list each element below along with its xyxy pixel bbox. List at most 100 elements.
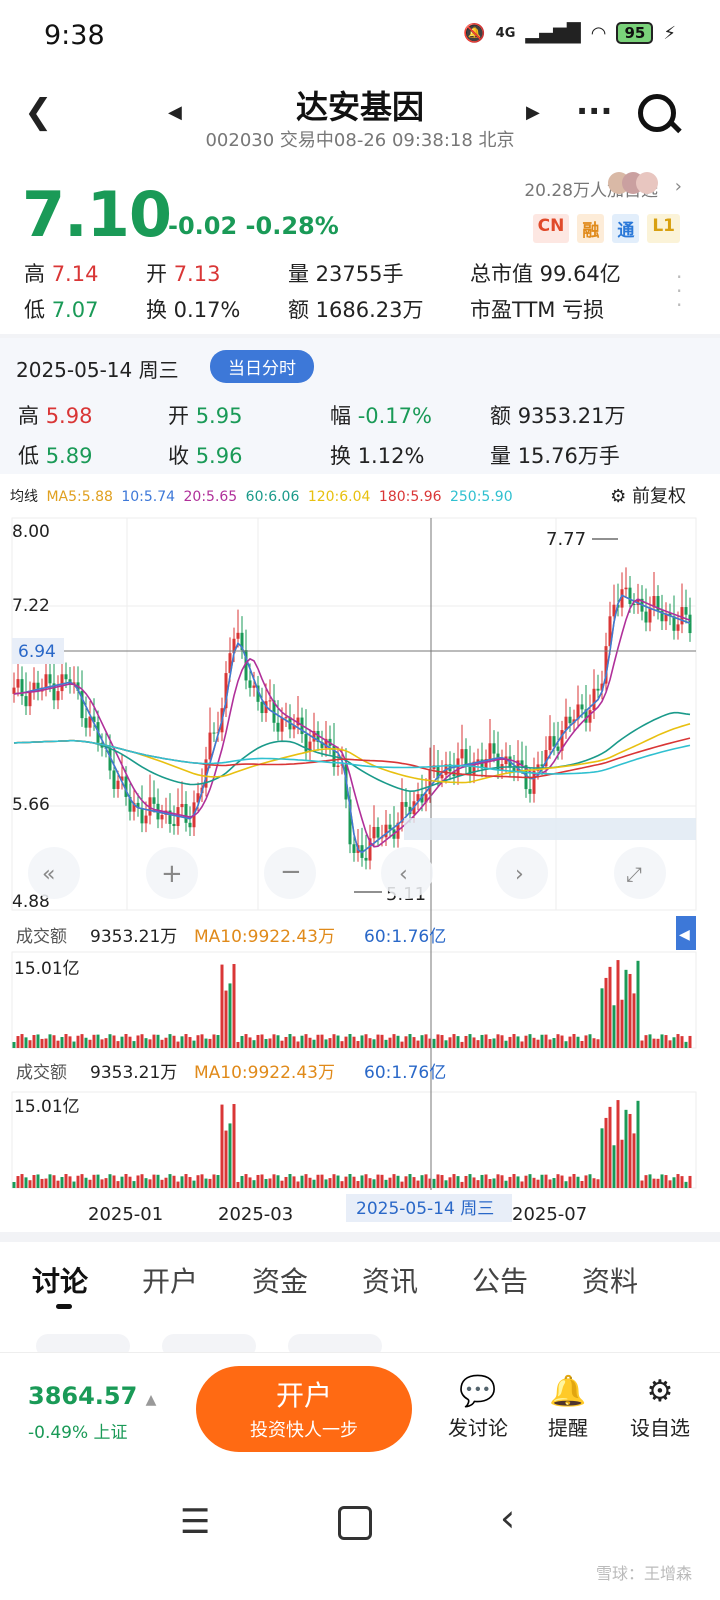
expand-dots-icon[interactable]: · · · [676,267,682,315]
charging-icon: ⚡ [663,22,676,44]
volume-bar [612,1145,616,1188]
volume-bar [368,1178,372,1188]
volume-bar [12,1182,16,1188]
network-label: 4G [495,25,516,41]
candle-body [268,700,272,702]
volume-bar [652,1178,656,1188]
add-watchlist-button[interactable]: ⚙ 设自选 [620,1372,700,1441]
volume-bar [536,1039,540,1048]
tab-funds[interactable]: 资金 [252,1260,308,1300]
volume-bar [208,1178,212,1188]
kline-chart[interactable]: 8.00 7.22 6.94 5.66 4.88 7.77 5.11 « + −… [0,510,720,1230]
volume-bar [360,1175,364,1188]
adjust-selector[interactable]: ⚙ 前复权 [610,482,686,508]
volume-bar [668,1180,672,1188]
volume-bar [528,1034,532,1048]
volume-bar [332,1174,336,1188]
menu-icon[interactable]: ☰ [180,1502,210,1542]
volume-bar [192,1180,196,1188]
volume-bar [204,1038,208,1048]
home-icon[interactable] [338,1506,372,1540]
settings-icon: ⚙ [610,486,627,507]
tab-discussion[interactable]: 讨论 [32,1260,88,1300]
candle-body [84,718,88,728]
candle-body [580,704,584,710]
volume-bar [324,1039,328,1048]
volume-bar [224,990,228,1048]
avatar-group[interactable] [608,172,658,198]
volume-bar [688,1035,692,1048]
volume-bar [300,1035,304,1048]
chevron-right-icon[interactable]: › [675,176,682,197]
candle-body [180,804,184,808]
volume-bar [512,1034,516,1048]
reminder-button[interactable]: 🔔 提醒 [528,1372,608,1441]
volume-bar [212,1174,216,1188]
tab-news[interactable]: 资讯 [362,1260,418,1300]
candle-body [12,687,16,694]
volume-bar [88,1039,92,1048]
volume-bar [72,1181,76,1188]
tab-open-account[interactable]: 开户 [142,1260,198,1300]
volume-bar [688,1175,692,1188]
tab-announcements[interactable]: 公告 [472,1260,528,1300]
section-divider [0,1232,720,1242]
volume-bar [132,1041,136,1048]
volume-bar [680,1176,684,1188]
candle-body [172,823,176,827]
volume-bar [360,1035,364,1048]
volume-bar [596,1179,600,1188]
volume-bar [648,1034,652,1048]
volume-bar [108,1174,112,1188]
post-discussion-button[interactable]: 💬 发讨论 [438,1372,518,1441]
volume-bar [496,1174,500,1188]
x-tick: 2025-05-14 周三 [356,1199,494,1219]
back-nav-icon[interactable]: ‹ [500,1496,515,1540]
intraday-button[interactable]: 当日分时 [210,350,314,383]
volume-bar [568,1036,572,1048]
volume-bar [676,1034,680,1048]
volume-bar [364,1034,368,1048]
vol-max: 15.01亿 [14,1097,80,1117]
volume-bar [432,1038,436,1048]
volume-bar [296,1181,300,1188]
ma-item: 120:6.04 [307,489,371,505]
volume-bar [92,1174,96,1188]
volume-bar [460,1181,464,1188]
volume-bar [668,1040,672,1048]
volume-bar [584,1175,588,1188]
more-icon[interactable]: ··· [576,92,612,130]
volume-bar [524,1035,528,1048]
volume-bar [140,1174,144,1188]
volume-bar [628,973,632,1048]
volume-bar [136,1035,140,1048]
volume-bar [48,1174,52,1188]
volume-bar [40,1038,44,1048]
ma-legend: 均线 MA5:5.88 10:5.74 20:5.65 60:6.06 120:… [10,486,513,506]
volume-bar [316,1174,320,1188]
y-tick: 6.94 [18,642,56,662]
tab-profile[interactable]: 资料 [582,1260,638,1300]
volume-bar [460,1041,464,1048]
volume-bar [372,1039,376,1048]
volume-bar [584,1035,588,1048]
volume-bar [488,1039,492,1048]
volume-bar [284,1036,288,1048]
volume-bar [636,960,640,1048]
candle-body [140,807,144,824]
volume-bar [84,1177,88,1188]
volume-bar [220,1104,224,1188]
volume-bar [444,1180,448,1188]
open-account-button[interactable]: 开户 投资快人一步 [196,1366,412,1452]
volume-bar [512,1174,516,1188]
volume-bar [616,960,620,1048]
volume-bar [344,1176,348,1188]
ma-item: 180:5.96 [378,489,442,505]
volume-bar [356,1041,360,1048]
volume-bar [160,1179,164,1188]
open-account-label: 开户 [275,1379,332,1412]
candle-body [184,804,188,823]
candle-body [284,717,288,719]
volume-bar [476,1040,480,1048]
index-value[interactable]: 3864.57 ▲ [28,1382,156,1410]
